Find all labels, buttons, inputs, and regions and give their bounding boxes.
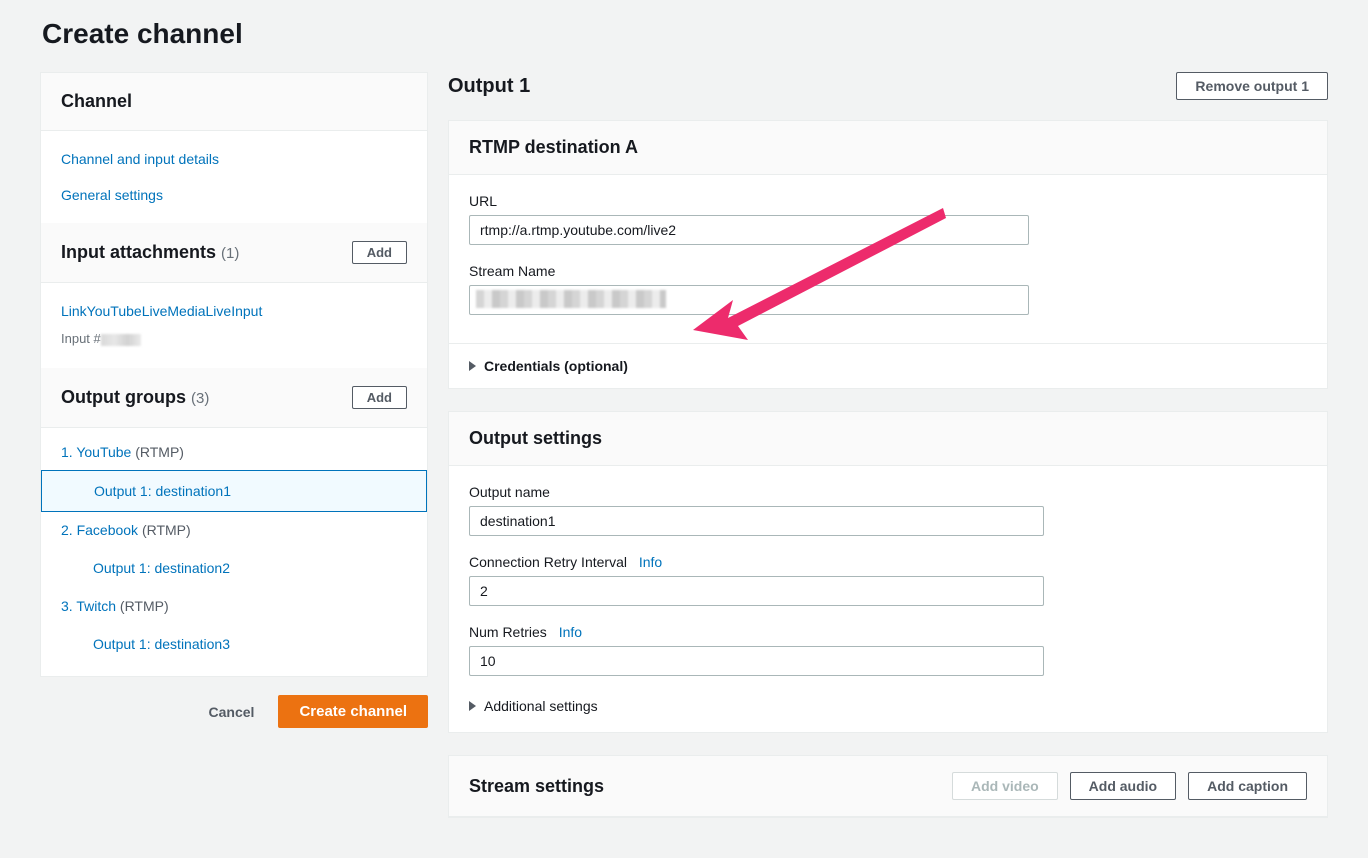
stream-settings-header: Stream settings Add video Add audio Add …: [449, 756, 1327, 817]
sidebar: Channel Channel and input details Genera…: [40, 72, 428, 728]
add-audio-button[interactable]: Add audio: [1070, 772, 1176, 800]
sidebar-link-general-settings[interactable]: General settings: [41, 177, 427, 213]
cancel-button[interactable]: Cancel: [193, 695, 271, 728]
num-retries-info-link[interactable]: Info: [559, 624, 582, 640]
output-group-youtube[interactable]: 1. YouTube (RTMP): [41, 434, 427, 470]
rtmp-destination-panel: RTMP destination A URL Stream Name Crede…: [448, 120, 1328, 389]
sidebar-output-groups-header: Output groups (3) Add: [41, 368, 427, 428]
retry-interval-label: Connection Retry Interval Info: [469, 554, 1307, 570]
num-retries-text: Num Retries: [469, 624, 547, 640]
add-video-button: Add video: [952, 772, 1058, 800]
og-number: 2.: [61, 522, 73, 538]
url-label: URL: [469, 193, 1307, 209]
sidebar-input-link[interactable]: LinkYouTubeLiveMediaLiveInput: [41, 293, 427, 329]
og-type: (RTMP): [120, 598, 169, 614]
sidebar-input-attachments-header: Input attachments (1) Add: [41, 223, 427, 283]
output-group-twitch[interactable]: 3. Twitch (RTMP): [41, 588, 427, 624]
sidebar-link-channel-details[interactable]: Channel and input details: [41, 141, 427, 177]
blurred-stream-value: [476, 290, 666, 308]
og-number: 1.: [61, 444, 73, 460]
chevron-right-icon: [469, 361, 476, 371]
output-destination3[interactable]: Output 1: destination3: [41, 624, 427, 664]
og-number: 3.: [61, 598, 73, 614]
retry-interval-text: Connection Retry Interval: [469, 554, 627, 570]
rtmp-panel-title: RTMP destination A: [469, 137, 638, 158]
og-name: Facebook: [77, 522, 138, 538]
additional-settings-expander[interactable]: Additional settings: [469, 694, 1307, 722]
additional-settings-label: Additional settings: [484, 698, 598, 714]
url-input[interactable]: [469, 215, 1029, 245]
retry-interval-input[interactable]: [469, 576, 1044, 606]
output-settings-header: Output settings: [449, 412, 1327, 466]
og-name: Twitch: [76, 598, 116, 614]
sidebar-output-groups-count: (3): [191, 390, 209, 407]
stream-settings-title: Stream settings: [469, 776, 604, 797]
create-channel-button[interactable]: Create channel: [278, 695, 428, 728]
stream-name-input[interactable]: [469, 285, 1029, 315]
output-name-input[interactable]: [469, 506, 1044, 536]
remove-output-button[interactable]: Remove output 1: [1176, 72, 1328, 100]
og-type: (RTMP): [142, 522, 191, 538]
output-group-facebook[interactable]: 2. Facebook (RTMP): [41, 512, 427, 548]
add-caption-button[interactable]: Add caption: [1188, 772, 1307, 800]
stream-name-label: Stream Name: [469, 263, 1307, 279]
add-output-group-button[interactable]: Add: [352, 386, 407, 409]
sidebar-input-attachments-title: Input attachments: [61, 242, 216, 262]
sidebar-input-prefix: Input #: [61, 331, 101, 346]
output-destination2[interactable]: Output 1: destination2: [41, 548, 427, 588]
main-content: Output 1 Remove output 1 RTMP destinatio…: [448, 72, 1328, 818]
output-heading: Output 1: [448, 75, 530, 98]
add-input-attachment-button[interactable]: Add: [352, 241, 407, 264]
rtmp-panel-header: RTMP destination A: [449, 121, 1327, 175]
og-type: (RTMP): [135, 444, 184, 460]
credentials-label: Credentials (optional): [484, 358, 628, 374]
page-title: Create channel: [42, 0, 1328, 72]
sidebar-output-groups-title: Output groups: [61, 387, 186, 407]
sidebar-channel-header: Channel: [41, 73, 427, 131]
stream-settings-panel: Stream settings Add video Add audio Add …: [448, 755, 1328, 818]
retry-info-link[interactable]: Info: [639, 554, 662, 570]
sidebar-input-attachments-count: (1): [221, 245, 239, 262]
output-name-label: Output name: [469, 484, 1307, 500]
credentials-expander[interactable]: Credentials (optional): [449, 343, 1327, 388]
output-settings-panel: Output settings Output name Connection R…: [448, 411, 1328, 733]
num-retries-label: Num Retries Info: [469, 624, 1307, 640]
sidebar-input-subtext: Input #: [41, 329, 427, 358]
output-destination1[interactable]: Output 1: destination1: [41, 470, 427, 512]
sidebar-channel-title: Channel: [61, 91, 132, 112]
chevron-right-icon: [469, 701, 476, 711]
output-settings-title: Output settings: [469, 428, 602, 449]
num-retries-input[interactable]: [469, 646, 1044, 676]
blurred-input-id: [101, 334, 141, 346]
og-name: YouTube: [76, 444, 131, 460]
